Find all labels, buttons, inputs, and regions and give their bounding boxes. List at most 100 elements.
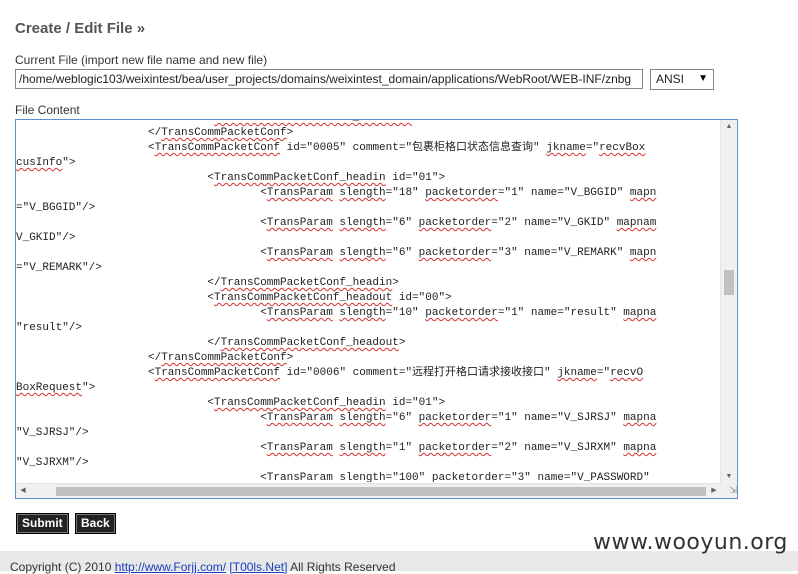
- code-token: ="6": [385, 217, 419, 229]
- code-token: slength: [339, 442, 386, 454]
- code-token: <: [260, 412, 267, 424]
- code-token: <: [260, 187, 267, 199]
- code-token: TransCommPacketConf_headin: [220, 277, 393, 289]
- code-token: id="0006" comment="远程打开格口请求接收接口": [280, 367, 558, 379]
- code-token: TransParam: [266, 247, 333, 259]
- code-line: <TransCommPacketConf id="0006" comment="…: [148, 366, 643, 381]
- code-line: <TransParam slength="18" packetorder="1"…: [260, 186, 656, 201]
- code-line: <TransParam slength="100" packetorder="3…: [260, 471, 656, 482]
- code-token: TransCommPacketConf_headout: [214, 292, 393, 304]
- triangle-down-icon[interactable]: ▼: [721, 470, 737, 484]
- code-line: <TransCommPacketConf_headin id="01">: [207, 396, 445, 411]
- resize-grip-icon[interactable]: ⇲: [721, 483, 737, 498]
- code-token: packetorder: [418, 247, 492, 259]
- encoding-value: ANSI: [656, 72, 685, 86]
- code-token: BoxRequest: [16, 382, 83, 394]
- page-title: Create / Edit File »: [15, 20, 146, 37]
- code-line: <TransCommPacketConf_headin id="01">: [207, 171, 445, 186]
- code-token: mapn: [629, 247, 657, 259]
- forjj-link[interactable]: http://www.Forjj.com/: [115, 560, 226, 574]
- code-token: ="2" name="V_GKID": [491, 217, 617, 229]
- code-token: <: [148, 142, 155, 154]
- triangle-down-icon: ▼: [698, 73, 708, 84]
- triangle-up-icon[interactable]: ▲: [721, 120, 737, 134]
- code-line: <TransCommPacketConf id="0005" comment="…: [148, 141, 645, 156]
- code-token: TransCommPacketConf_headin: [214, 172, 386, 184]
- code-token: ="6": [385, 247, 419, 259]
- code-token: packetorder: [418, 412, 492, 424]
- horizontal-scroll-thumb[interactable]: [56, 487, 706, 496]
- code-token: "result"/>: [16, 322, 83, 334]
- code-token: packetorder: [418, 217, 492, 229]
- code-token: recvBox: [599, 142, 646, 154]
- code-token: <: [260, 472, 267, 482]
- encoding-select[interactable]: ANSI ▼: [650, 69, 714, 90]
- code-line: <TransParam slength="6" packetorder="3" …: [260, 246, 656, 261]
- vertical-scrollbar[interactable]: ▲ ▼: [720, 120, 737, 484]
- code-line: <TransCommPacketConf_headout id="00">: [207, 291, 451, 306]
- code-token: ="3" name="V_PASSWORD": [504, 472, 657, 482]
- code-token: <: [260, 247, 267, 259]
- code-token: TransParam: [266, 217, 333, 229]
- code-token: TransCommPacketConf_headin: [214, 397, 386, 409]
- code-token: mapn: [629, 187, 657, 199]
- code-token: ="3" name="V_REMARK": [491, 247, 630, 259]
- code-token: jkname: [546, 142, 586, 154]
- back-button[interactable]: Back: [75, 513, 116, 534]
- code-token: ="1" name="V_BGGID": [497, 187, 630, 199]
- vertical-scroll-thumb[interactable]: [724, 270, 734, 295]
- submit-button[interactable]: Submit: [16, 513, 69, 534]
- code-token: ="V_REMARK"/>: [16, 262, 102, 274]
- code-token: <: [207, 172, 214, 184]
- code-token: mapna: [623, 412, 657, 424]
- code-token: mapna: [623, 307, 657, 319]
- code-token: id="01">: [385, 172, 446, 184]
- code-line: </TransCommPacketConf_headout>: [207, 336, 405, 351]
- code-token: >: [392, 277, 399, 289]
- copyright-text: Copyright (C) 2010: [10, 560, 115, 574]
- code-token: slength: [339, 307, 386, 319]
- code-line: V_GKID"/>: [16, 231, 75, 246]
- code-token: packetorder: [425, 307, 498, 319]
- code-line: <TransParam slength="6" packetorder="1" …: [260, 411, 656, 426]
- code-token: slength: [339, 217, 386, 229]
- code-line: ="V_BGGID"/>: [16, 201, 95, 216]
- code-line: </TransCommPacketConf_headout>: [214, 120, 412, 126]
- code-token: ="18": [385, 187, 426, 199]
- triangle-left-icon[interactable]: ◀: [16, 484, 30, 498]
- code-line: "V_SJRXM"/>: [16, 456, 89, 471]
- code-token: TransCommPacketConf: [154, 142, 281, 154]
- code-line: "V_SJRSJ"/>: [16, 426, 89, 441]
- triangle-right-icon[interactable]: ▶: [707, 484, 721, 498]
- code-token: ">: [62, 157, 76, 169]
- code-token: TransParam: [266, 442, 333, 454]
- code-token: slength: [339, 412, 386, 424]
- code-token: id="0005" comment="包裹柜格口状态信息查询": [280, 142, 547, 154]
- code-token: TransCommPacketConf_headout: [220, 337, 399, 349]
- t00ls-link[interactable]: [T00ls.Net]: [229, 560, 287, 574]
- code-token: "V_SJRXM"/>: [16, 457, 89, 469]
- current-file-input[interactable]: /home/weblogic103/weixintest/bea/user_pr…: [15, 69, 643, 89]
- code-token: <: [260, 307, 267, 319]
- code-token: >: [286, 127, 294, 139]
- code-token: =": [585, 142, 600, 154]
- code-token: cusInfo: [16, 157, 63, 169]
- horizontal-scrollbar[interactable]: ◀ ▶: [16, 483, 721, 498]
- code-line: <TransParam slength="10" packetorder="1"…: [260, 306, 656, 321]
- code-token: </: [148, 352, 162, 364]
- code-token: ="1" name="V_SJRSJ": [491, 412, 624, 424]
- code-line: <TransParam slength="6" packetorder="2" …: [260, 216, 656, 231]
- code-token: TransParam: [266, 307, 333, 319]
- file-content-textarea[interactable]: </TransCommPacketConf_headout></TransCom…: [15, 119, 738, 499]
- code-token: packetorder: [431, 472, 505, 482]
- file-content-label: File Content: [15, 103, 80, 117]
- code-token: ="1" name="result": [497, 307, 624, 319]
- code-token: ="10": [385, 307, 426, 319]
- code-token: V_GKID"/>: [16, 232, 76, 244]
- code-token: </TransCommPacketConf_headout>: [214, 120, 412, 124]
- code-line: ="V_REMARK"/>: [16, 261, 102, 276]
- code-line: </TransCommPacketConf>: [148, 126, 293, 141]
- code-token: TransCommPacketConf: [161, 127, 287, 139]
- code-token: <: [260, 217, 267, 229]
- code-token: ="V_BGGID"/>: [16, 202, 96, 214]
